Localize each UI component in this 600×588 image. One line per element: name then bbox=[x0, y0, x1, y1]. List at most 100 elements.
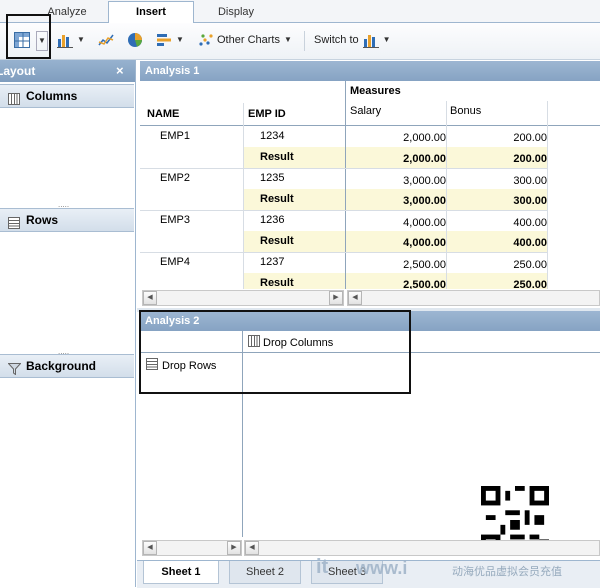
measures-header[interactable]: Measures bbox=[350, 85, 401, 97]
tab-display[interactable]: Display bbox=[196, 2, 276, 22]
scroll-left-icon[interactable]: ◀ bbox=[348, 291, 362, 305]
chevron-down-icon: ▼ bbox=[283, 35, 292, 44]
horizontal-scrollbar[interactable]: ◀ bbox=[244, 540, 600, 556]
analysis2-header[interactable]: Analysis 2 bbox=[140, 311, 600, 331]
layout-panel: Layout × Columns ..... Rows ..... Backgr… bbox=[0, 60, 136, 587]
other-charts-button[interactable]: Other Charts ▼ bbox=[198, 30, 292, 50]
divider bbox=[140, 210, 547, 211]
scroll-left-icon[interactable]: ◀ bbox=[143, 291, 157, 305]
scroll-left-icon[interactable]: ◀ bbox=[245, 541, 259, 555]
salary-cell[interactable]: 2,500.00 bbox=[350, 259, 446, 271]
result-salary-cell[interactable]: 2,500.00 bbox=[346, 273, 446, 289]
watermark-url: www.i bbox=[356, 558, 408, 578]
result-bonus-cell[interactable]: 200.00 bbox=[447, 147, 547, 168]
empid-column-header[interactable]: EMP ID bbox=[248, 108, 286, 120]
row-name-cell[interactable]: EMP3 bbox=[160, 214, 190, 226]
divider bbox=[345, 125, 600, 126]
analysis1-title: Analysis 1 bbox=[145, 65, 200, 77]
result-label-cell[interactable]: Result bbox=[244, 147, 345, 168]
columns-section-label: Columns bbox=[26, 89, 78, 103]
divider bbox=[547, 101, 548, 289]
bonus-cell[interactable]: 250.00 bbox=[450, 259, 547, 271]
switch-to-button[interactable]: Switch to ▼ bbox=[314, 30, 391, 50]
salary-cell[interactable]: 4,000.00 bbox=[350, 217, 446, 229]
clipped-row: Result 2,500.00 250.00 bbox=[140, 273, 600, 289]
result-bonus-cell[interactable]: 400.00 bbox=[447, 231, 547, 252]
drop-columns-zone[interactable]: Drop Columns bbox=[248, 335, 333, 350]
bar-chart-icon bbox=[57, 32, 73, 48]
scroll-right-icon[interactable]: ▶ bbox=[227, 541, 241, 555]
name-column-header[interactable]: NAME bbox=[147, 108, 179, 120]
row-id-cell[interactable]: 1234 bbox=[260, 130, 284, 142]
other-charts-label: Other Charts bbox=[217, 34, 280, 46]
result-label: Result bbox=[260, 151, 294, 163]
insert-crosstab-button[interactable] bbox=[14, 30, 30, 50]
filter-icon bbox=[7, 360, 22, 382]
rows-icon bbox=[146, 358, 158, 373]
result-label-cell[interactable]: Result bbox=[244, 189, 345, 210]
background-section-header[interactable]: Background bbox=[0, 354, 134, 378]
row-name-cell[interactable]: EMP2 bbox=[160, 172, 190, 184]
bonus-cell[interactable]: 200.00 bbox=[450, 132, 547, 144]
salary-cell[interactable]: 2,000.00 bbox=[350, 132, 446, 144]
result-bonus-cell[interactable]: 300.00 bbox=[447, 189, 547, 210]
bonus-cell[interactable]: 400.00 bbox=[450, 217, 547, 229]
result-label-cell[interactable]: Result bbox=[244, 273, 345, 289]
scroll-right-icon[interactable]: ▶ bbox=[329, 291, 343, 305]
scroll-left-icon[interactable]: ◀ bbox=[143, 541, 157, 555]
resize-grip[interactable]: ..... bbox=[58, 201, 72, 209]
layout-panel-title: Layout bbox=[0, 64, 36, 78]
divider bbox=[345, 81, 346, 289]
divider bbox=[242, 331, 243, 537]
watermark-cn: 动海优品虚拟会员充值 bbox=[452, 566, 562, 578]
tab-insert[interactable]: Insert bbox=[108, 1, 194, 24]
result-label: Result bbox=[260, 235, 294, 247]
ribbon-tab-bar: Analyze Insert Display bbox=[0, 0, 600, 24]
insert-toolbar: ▼ ▼ ▼ Other Charts ▼ Switch to ▼ bbox=[0, 23, 600, 60]
bonus-column-header[interactable]: Bonus bbox=[450, 105, 481, 117]
result-label-cell[interactable]: Result bbox=[244, 231, 345, 252]
row-id-cell[interactable]: 1236 bbox=[260, 214, 284, 226]
switch-to-label: Switch to bbox=[314, 34, 359, 46]
result-salary-cell[interactable]: 2,000.00 bbox=[346, 147, 446, 168]
pie-chart-button[interactable] bbox=[127, 30, 143, 50]
result-bonus-cell[interactable]: 250.00 bbox=[447, 273, 547, 289]
line-chart-button[interactable] bbox=[98, 30, 114, 50]
result-salary-cell[interactable]: 3,000.00 bbox=[346, 189, 446, 210]
tab-analyze[interactable]: Analyze bbox=[42, 2, 92, 22]
analysis2-title: Analysis 2 bbox=[145, 315, 200, 327]
row-name-cell[interactable]: EMP1 bbox=[160, 130, 190, 142]
column-chart-button[interactable]: ▼ bbox=[57, 30, 85, 50]
result-label: Result bbox=[260, 277, 294, 289]
result-salary-cell[interactable]: 4,000.00 bbox=[346, 231, 446, 252]
row-name-cell[interactable]: EMP4 bbox=[160, 256, 190, 268]
chevron-down-icon: ▼ bbox=[382, 35, 391, 44]
rows-section-header[interactable]: Rows bbox=[0, 208, 134, 232]
chevron-down-icon: ▼ bbox=[38, 36, 46, 45]
bar-chart-icon bbox=[362, 32, 379, 48]
bar-chart-button[interactable]: ▼ bbox=[156, 30, 184, 50]
analysis2-crosstab: Drop Columns Drop Rows ◀ ▶ ◀ bbox=[140, 331, 600, 559]
sheet-tab-1[interactable]: Sheet 1 bbox=[143, 561, 219, 584]
salary-cell[interactable]: 3,000.00 bbox=[350, 175, 446, 187]
chevron-down-icon: ▼ bbox=[77, 35, 85, 44]
chevron-down-icon: ▼ bbox=[176, 35, 184, 44]
bonus-cell[interactable]: 300.00 bbox=[450, 175, 547, 187]
rows-icon bbox=[8, 214, 20, 236]
row-id-cell[interactable]: 1235 bbox=[260, 172, 284, 184]
divider bbox=[140, 252, 547, 253]
salary-column-header[interactable]: Salary bbox=[350, 105, 381, 117]
crosstab-icon bbox=[14, 32, 30, 48]
close-icon[interactable]: × bbox=[116, 60, 124, 82]
horizontal-scrollbar[interactable]: ◀ bbox=[347, 290, 600, 306]
analysis1-header[interactable]: Analysis 1 bbox=[140, 61, 600, 81]
horizontal-scrollbar[interactable]: ◀ ▶ bbox=[142, 290, 344, 306]
crosstab-dropdown[interactable]: ▼ bbox=[36, 31, 48, 51]
analysis1-crosstab: Measures NAME EMP ID Salary Bonus EMP1 1… bbox=[140, 81, 600, 307]
resize-grip[interactable]: ..... bbox=[58, 348, 72, 356]
horizontal-scrollbar[interactable]: ◀ ▶ bbox=[142, 540, 242, 556]
sheet-tab-2[interactable]: Sheet 2 bbox=[229, 561, 301, 584]
columns-section-header[interactable]: Columns bbox=[0, 84, 134, 108]
drop-rows-zone[interactable]: Drop Rows bbox=[146, 358, 216, 373]
row-id-cell[interactable]: 1237 bbox=[260, 256, 284, 268]
